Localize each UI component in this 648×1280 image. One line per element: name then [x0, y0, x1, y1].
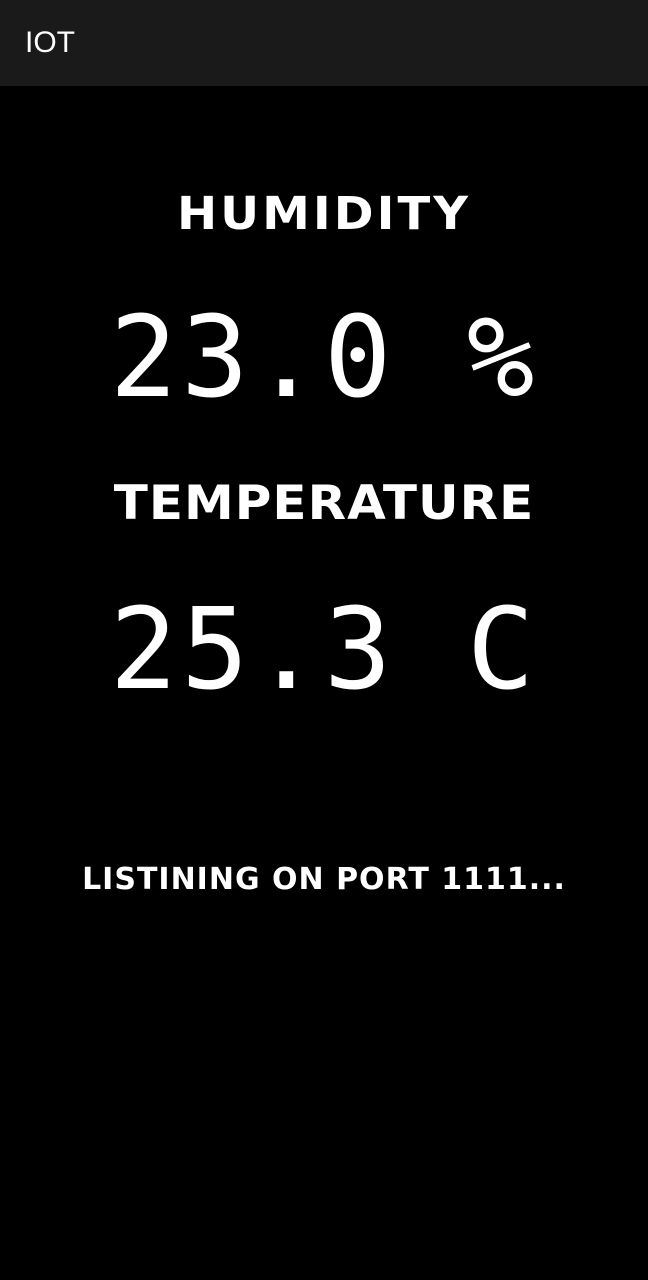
temperature-value: 25.3 C — [109, 585, 539, 715]
temperature-label: TEMPERATURE — [113, 475, 535, 531]
app-screen: IOT HUMIDITY 23.0 % TEMPERATURE 25.3 C L… — [0, 0, 648, 1280]
sensor-dashboard: HUMIDITY 23.0 % TEMPERATURE 25.3 C LISTI… — [0, 86, 648, 1280]
connection-status-text: LISTINING ON PORT 1111... — [82, 862, 566, 897]
app-title: IOT — [25, 26, 75, 59]
humidity-value: 23.0 % — [109, 293, 539, 423]
humidity-label: HUMIDITY — [177, 187, 471, 241]
app-bar: IOT — [0, 0, 648, 86]
